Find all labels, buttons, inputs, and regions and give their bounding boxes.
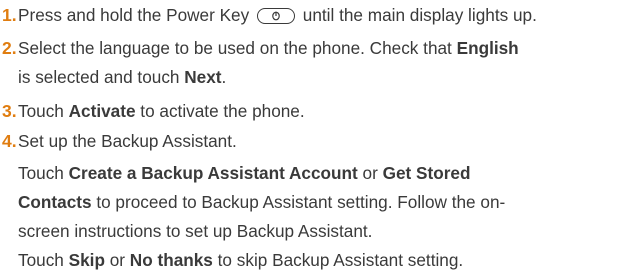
step-4: 4. Set up the Backup Assistant.	[0, 127, 634, 155]
step-2-continued: is selected and touch Next.	[0, 63, 634, 91]
step-text: Select the language to be used on the ph…	[18, 38, 519, 58]
step-number: 4.	[2, 131, 17, 151]
step-text: Touch Create a Backup Assistant Account …	[18, 163, 471, 183]
step-text: Press and hold the Power Key until the m…	[18, 5, 537, 25]
step-number: 3.	[2, 101, 17, 121]
step-text: Contacts to proceed to Backup Assistant …	[18, 192, 506, 212]
step-number: 1.	[2, 5, 17, 25]
step-4-line-4: Touch Skip or No thanks to skip Backup A…	[0, 246, 634, 274]
step-4-line-3: screen instructions to set up Backup Ass…	[0, 217, 634, 245]
step-text: screen instructions to set up Backup Ass…	[18, 221, 373, 241]
step-1: 1. Press and hold the Power Key until th…	[0, 1, 634, 29]
step-3: 3. Touch Activate to activate the phone.	[0, 97, 634, 125]
step-number: 2.	[2, 38, 17, 58]
step-4-line-1: Touch Create a Backup Assistant Account …	[0, 159, 634, 187]
step-text: Touch Activate to activate the phone.	[18, 101, 305, 121]
step-4-line-2: Contacts to proceed to Backup Assistant …	[0, 188, 634, 216]
step-2: 2. Select the language to be used on the…	[0, 34, 634, 62]
power-key-icon	[257, 8, 295, 24]
step-text: is selected and touch Next.	[18, 67, 227, 87]
step-text: Touch Skip or No thanks to skip Backup A…	[18, 250, 464, 270]
step-text: Set up the Backup Assistant.	[18, 131, 237, 151]
